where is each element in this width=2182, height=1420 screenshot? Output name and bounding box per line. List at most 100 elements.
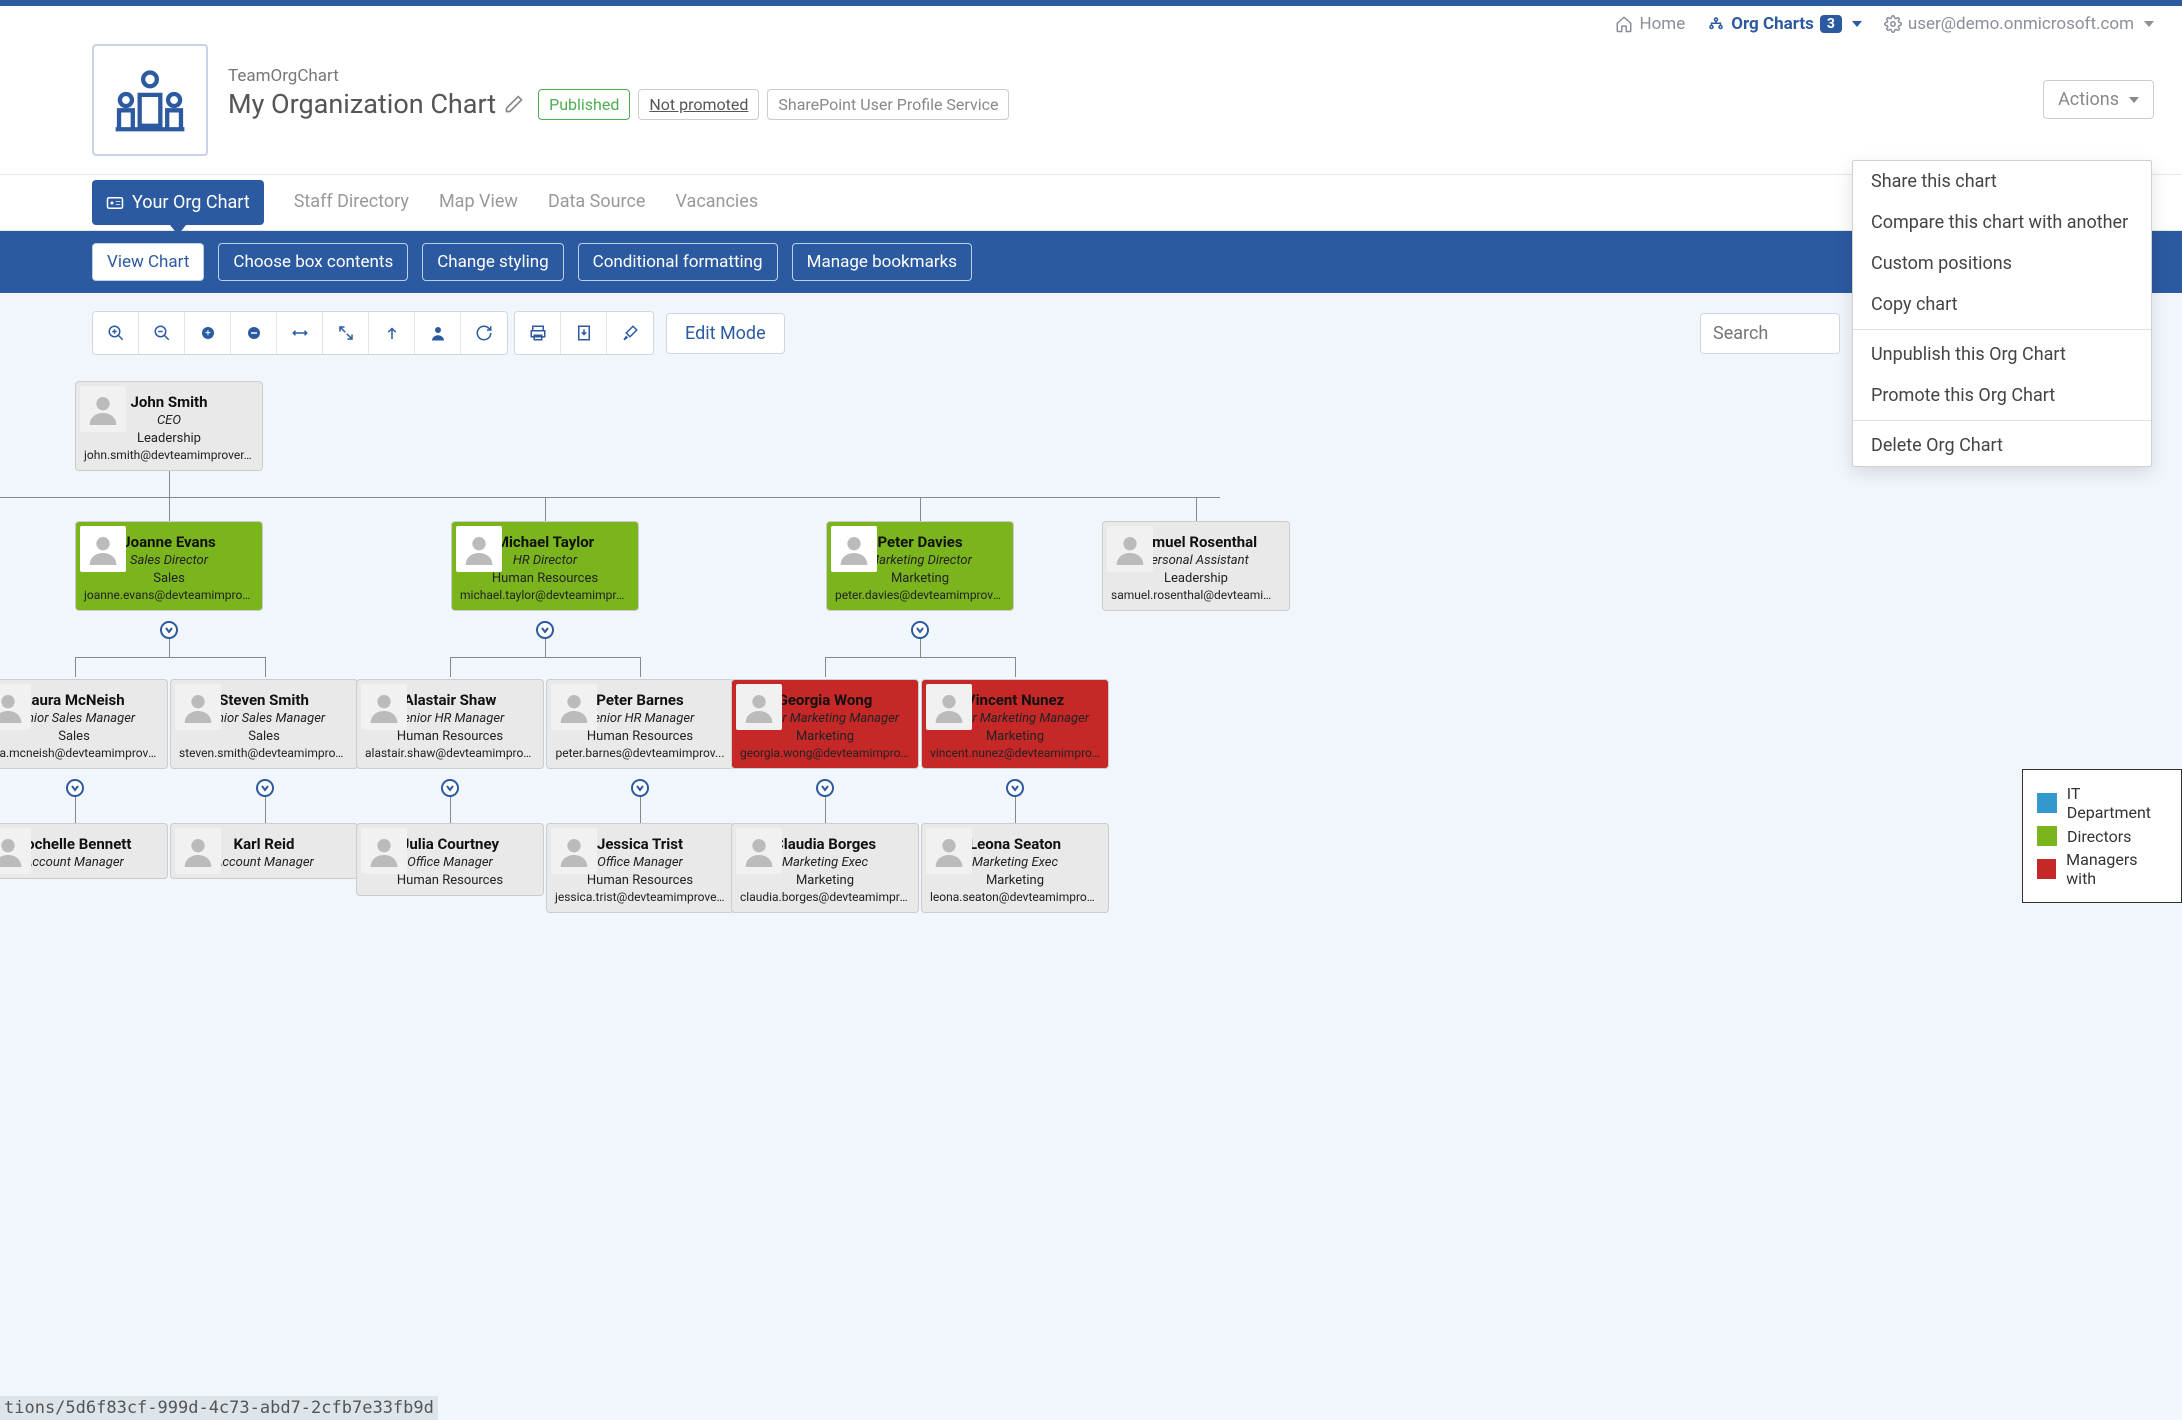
person-icon[interactable] <box>415 312 461 354</box>
avatar <box>736 684 782 730</box>
connector <box>640 657 641 677</box>
home-icon <box>1615 15 1633 33</box>
subtab-view-chart[interactable]: View Chart <box>92 243 204 281</box>
connector <box>265 657 266 677</box>
org-node[interactable]: Karl ReidAccount Manager <box>170 823 358 879</box>
connector <box>920 497 921 521</box>
expand-toggle-icon[interactable] <box>66 779 84 797</box>
actions-menu-item[interactable]: Unpublish this Org Chart <box>1853 334 2151 375</box>
legend: IT DepartmentDirectorsManagers with <box>2022 769 2182 903</box>
actions-button[interactable]: Actions <box>2043 80 2154 119</box>
nav-user[interactable]: user@demo.onmicrosoft.com <box>1884 14 2154 34</box>
expand-toggle-icon[interactable] <box>631 779 649 797</box>
avatar <box>551 684 597 730</box>
fit-width-icon[interactable] <box>277 312 323 354</box>
org-node[interactable]: Leona SeatonMarketing ExecMarketingleona… <box>921 823 1109 913</box>
org-node[interactable]: Vincent NunezSenior Marketing ManagerMar… <box>921 679 1109 769</box>
nav-orgcharts[interactable]: Org Charts 3 <box>1707 14 1862 34</box>
tab-your-org-chart[interactable]: Your Org Chart <box>92 180 264 225</box>
avatar <box>175 684 221 730</box>
search-input[interactable] <box>1700 313 1840 354</box>
page-title-row: My Organization Chart Published Not prom… <box>228 88 2023 120</box>
actions-menu-item[interactable]: Compare this chart with another <box>1853 202 2151 243</box>
tab-data-source[interactable]: Data Source <box>548 175 646 230</box>
product-logo <box>92 44 208 156</box>
pencil-icon[interactable] <box>504 94 524 114</box>
page-header: TeamOrgChart My Organization Chart Publi… <box>0 34 2182 174</box>
actions-menu-item[interactable]: Custom positions <box>1853 243 2151 284</box>
avatar <box>551 828 597 874</box>
org-node[interactable]: Rochelle BennettAccount Manager <box>0 823 168 879</box>
avatar <box>80 526 126 572</box>
top-nav: Home Org Charts 3 user@demo.onmicrosoft.… <box>0 6 2182 34</box>
org-node[interactable]: Michael TaylorHR DirectorHuman Resources… <box>451 521 639 611</box>
connector <box>450 657 451 677</box>
connector <box>169 497 170 521</box>
avatar <box>361 828 407 874</box>
actions-menu-item[interactable]: Promote this Org Chart <box>1853 375 2151 416</box>
expand-toggle-icon[interactable] <box>1006 779 1024 797</box>
org-node[interactable]: Alastair ShawSenior HR ManagerHuman Reso… <box>356 679 544 769</box>
tab-vacancies[interactable]: Vacancies <box>675 175 758 230</box>
status-url: tions/5d6f83cf-999d-4c73-abd7-2cfb7e33fb… <box>0 1396 438 1420</box>
expand-toggle-icon[interactable] <box>441 779 459 797</box>
actions-dropdown: Share this chartCompare this chart with … <box>1852 160 2152 467</box>
expand-toggle-icon[interactable] <box>256 779 274 797</box>
subtab-manage-bookmarks[interactable]: Manage bookmarks <box>792 243 972 281</box>
connector <box>1015 657 1016 677</box>
expand-icon[interactable]: + <box>185 312 231 354</box>
expand-toggle-icon[interactable] <box>816 779 834 797</box>
org-node[interactable]: Claudia BorgesMarketing ExecMarketingcla… <box>731 823 919 913</box>
export-icon[interactable] <box>561 312 607 354</box>
subtab-conditional-formatting[interactable]: Conditional formatting <box>578 243 778 281</box>
org-node[interactable]: Julia CourtneyOffice ManagerHuman Resour… <box>356 823 544 896</box>
print-icon[interactable] <box>515 312 561 354</box>
refresh-icon[interactable] <box>461 312 507 354</box>
avatar <box>361 684 407 730</box>
not-promoted-chip[interactable]: Not promoted <box>638 89 759 120</box>
subtab-change-styling[interactable]: Change styling <box>422 243 563 281</box>
collapse-icon[interactable] <box>231 312 277 354</box>
connector <box>75 657 76 677</box>
tab-staff-directory[interactable]: Staff Directory <box>294 175 409 230</box>
edit-mode-button[interactable]: Edit Mode <box>666 313 785 354</box>
expand-toggle-icon[interactable] <box>536 621 554 639</box>
nav-orgcharts-label: Org Charts <box>1731 14 1814 34</box>
org-node[interactable]: John SmithCEOLeadershipjohn.smith@devtea… <box>75 381 263 471</box>
org-node[interactable]: Peter DaviesMarketing DirectorMarketingp… <box>826 521 1014 611</box>
brush-icon[interactable] <box>607 312 653 354</box>
nav-home[interactable]: Home <box>1615 14 1685 34</box>
up-level-icon[interactable] <box>369 312 415 354</box>
service-chip: SharePoint User Profile Service <box>767 89 1009 120</box>
orgcharts-count-badge: 3 <box>1820 15 1842 33</box>
org-node[interactable]: Laura McNeishSenior Sales ManagerSalesur… <box>0 679 168 769</box>
subtab-choose-box-contents[interactable]: Choose box contents <box>218 243 408 281</box>
actions-menu-item[interactable]: Copy chart <box>1853 284 2151 325</box>
org-node[interactable]: Joanne EvansSales DirectorSalesjoanne.ev… <box>75 521 263 611</box>
published-chip[interactable]: Published <box>538 89 630 120</box>
tab-map-view[interactable]: Map View <box>439 175 518 230</box>
org-node[interactable]: Georgia WongSenior Marketing ManagerMark… <box>731 679 919 769</box>
fullscreen-icon[interactable] <box>323 312 369 354</box>
avatar <box>736 828 782 874</box>
page-title: My Organization Chart <box>228 88 496 120</box>
svg-text:+: + <box>205 326 211 339</box>
expand-toggle-icon[interactable] <box>911 621 929 639</box>
avatar <box>926 684 972 730</box>
connector <box>169 467 170 497</box>
avatar <box>831 526 877 572</box>
actions-menu-item[interactable]: Delete Org Chart <box>1853 425 2151 466</box>
connector <box>450 657 640 658</box>
connector <box>825 657 1015 658</box>
avatar <box>0 684 31 730</box>
connector <box>1196 497 1197 521</box>
avatar <box>926 828 972 874</box>
zoom-out-icon[interactable] <box>139 312 185 354</box>
actions-menu-item[interactable]: Share this chart <box>1853 161 2151 202</box>
expand-toggle-icon[interactable] <box>160 621 178 639</box>
org-node[interactable]: Samuel RosenthalPersonal AssistantLeader… <box>1102 521 1290 611</box>
org-node[interactable]: Peter BarnesSenior HR ManagerHuman Resou… <box>546 679 734 769</box>
zoom-in-icon[interactable] <box>93 312 139 354</box>
org-node[interactable]: Jessica TristOffice ManagerHuman Resourc… <box>546 823 734 913</box>
org-node[interactable]: Steven SmithSenior Sales ManagerSalesste… <box>170 679 358 769</box>
